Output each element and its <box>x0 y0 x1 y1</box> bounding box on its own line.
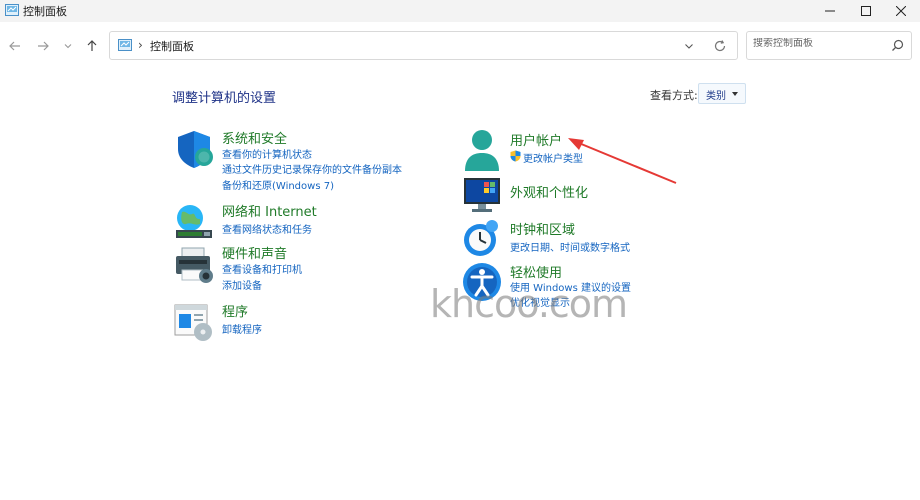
link-uninstall-program[interactable]: 卸载程序 <box>222 321 262 336</box>
view-by-select[interactable]: 类别 <box>698 83 746 104</box>
title-bar: 控制面板 <box>0 0 920 22</box>
category-title-network[interactable]: 网络和 Internet <box>222 201 317 220</box>
view-by-label: 查看方式: <box>650 89 698 102</box>
search-input[interactable] <box>753 38 883 49</box>
category-hardware-sound: 硬件和声音 查看设备和打印机 添加设备 <box>174 243 374 292</box>
uac-shield-icon <box>510 150 521 162</box>
page-title: 调整计算机的设置 <box>172 91 277 106</box>
breadcrumb-control-panel[interactable]: 控制面板 <box>150 38 194 54</box>
recent-locations-button[interactable] <box>58 36 78 56</box>
link-view-computer-status[interactable]: 查看你的计算机状态 <box>222 146 312 161</box>
arrow-up-icon <box>87 40 97 51</box>
view-by-value: 类别 <box>706 91 726 102</box>
category-network-internet: 网络和 Internet 查看网络状态和任务 <box>174 202 374 238</box>
refresh-button[interactable] <box>713 39 727 56</box>
breadcrumb-separator: › <box>138 38 143 52</box>
category-clock-region: 时钟和区域 更改日期、时间或数字格式 <box>462 218 662 260</box>
search-box[interactable] <box>746 31 912 60</box>
search-icon[interactable] <box>891 39 904 52</box>
address-bar[interactable]: › 控制面板 <box>109 31 738 60</box>
category-title-hardware[interactable]: 硬件和声音 <box>222 243 287 262</box>
back-button[interactable] <box>5 36 25 56</box>
category-title-user[interactable]: 用户帐户 <box>510 130 562 149</box>
chevron-down-icon <box>685 44 693 49</box>
user-icon[interactable] <box>462 129 502 171</box>
category-title-clock[interactable]: 时钟和区域 <box>510 219 575 238</box>
address-dropdown-button[interactable] <box>683 40 695 55</box>
minimize-button[interactable] <box>811 0 849 22</box>
arrow-right-icon <box>38 41 49 51</box>
annotation-arrow <box>568 138 677 184</box>
control-panel-icon <box>5 4 19 16</box>
link-add-device[interactable]: 添加设备 <box>222 277 262 292</box>
control-panel-icon <box>118 39 132 51</box>
globe-network-icon[interactable] <box>174 202 214 242</box>
monitor-icon[interactable] <box>462 176 502 216</box>
link-network-status[interactable]: 查看网络状态和任务 <box>222 221 312 236</box>
category-system-security: 系统和安全 查看你的计算机状态 通过文件历史记录保存你的文件备份副本 备份和还原… <box>174 128 434 192</box>
forward-button[interactable] <box>33 36 53 56</box>
watermark: khcoo.com <box>430 282 628 326</box>
link-change-date-time[interactable]: 更改日期、时间或数字格式 <box>510 239 630 254</box>
clock-icon[interactable] <box>462 218 502 258</box>
window-title: 控制面板 <box>23 5 67 18</box>
link-backup-restore[interactable]: 备份和还原(Windows 7) <box>222 177 334 192</box>
close-button[interactable] <box>882 0 920 22</box>
link-file-history[interactable]: 通过文件历史记录保存你的文件备份副本 <box>222 161 402 176</box>
maximize-icon <box>861 6 871 16</box>
link-devices-printers[interactable]: 查看设备和打印机 <box>222 261 302 276</box>
chevron-down-icon <box>64 44 72 49</box>
up-button[interactable] <box>82 36 102 56</box>
maximize-button[interactable] <box>847 0 885 22</box>
category-title-system[interactable]: 系统和安全 <box>222 128 287 147</box>
caret-down-icon <box>732 92 738 96</box>
close-icon <box>896 6 906 16</box>
minimize-icon <box>825 10 835 12</box>
programs-icon[interactable] <box>174 302 214 342</box>
printer-icon[interactable] <box>174 244 214 284</box>
arrow-left-icon <box>9 41 20 51</box>
shield-icon[interactable] <box>174 129 214 169</box>
category-title-programs[interactable]: 程序 <box>222 301 248 320</box>
category-programs: 程序 卸载程序 <box>174 302 374 342</box>
refresh-icon <box>714 40 726 52</box>
